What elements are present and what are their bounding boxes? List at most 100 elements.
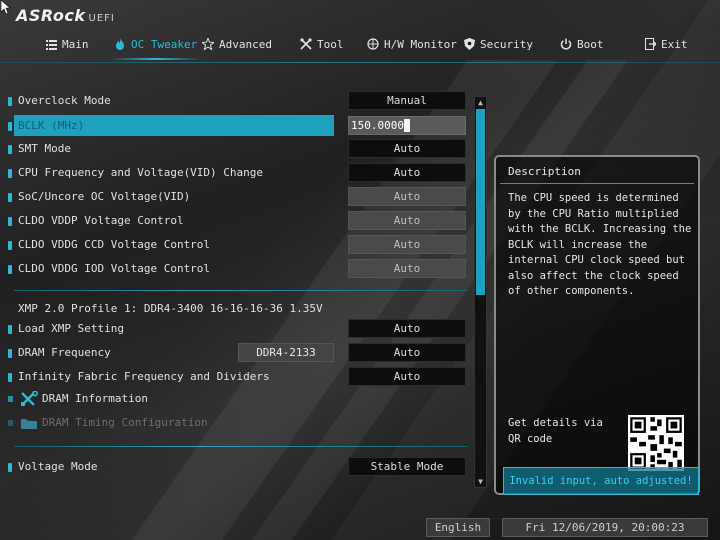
description-panel: Description The CPU speed is determined … bbox=[494, 155, 700, 495]
row-bullet bbox=[8, 145, 12, 154]
submenu-dram-timing-configuration: DRAM Timing Configuration bbox=[0, 412, 472, 434]
soc-uncore-voltage-field[interactable]: Auto bbox=[348, 187, 466, 206]
setting-row-infinity-fabric[interactable]: Infinity Fabric Frequency and Dividers A… bbox=[0, 366, 472, 388]
row-bullet bbox=[8, 122, 12, 131]
dram-frequency-select[interactable]: Auto bbox=[348, 343, 466, 362]
infinity-fabric-select[interactable]: Auto bbox=[348, 367, 466, 386]
submenu-label: DRAM Information bbox=[42, 392, 148, 405]
tab-main-label: Main bbox=[62, 37, 89, 51]
bclk-input[interactable]: 150.0000 bbox=[348, 116, 466, 135]
row-bullet bbox=[8, 265, 12, 274]
setting-row-smt-mode[interactable]: SMT Mode Auto bbox=[0, 138, 472, 160]
shield-icon bbox=[463, 38, 475, 50]
row-bullet bbox=[8, 193, 12, 202]
tab-oc-tweaker-label: OC Tweaker bbox=[131, 37, 198, 51]
cldo-vddp-field[interactable]: Auto bbox=[348, 211, 466, 230]
dram-current-frequency: DDR4-2133 bbox=[238, 343, 334, 362]
settings-scrollbar[interactable]: ▲ ▼ bbox=[474, 96, 487, 488]
row-bullet bbox=[8, 420, 13, 426]
xmp-profile-info: XMP 2.0 Profile 1: DDR4-3400 16-16-16-36… bbox=[18, 302, 323, 315]
scroll-down-arrow-icon[interactable]: ▼ bbox=[476, 477, 485, 486]
setting-row-load-xmp[interactable]: Load XMP Setting Auto bbox=[0, 318, 472, 340]
setting-row-cpu-frequency-voltage[interactable]: CPU Frequency and Voltage(VID) Change Au… bbox=[0, 162, 472, 184]
tab-advanced-label: Advanced bbox=[219, 37, 272, 51]
flame-icon bbox=[114, 38, 126, 50]
monitor-icon bbox=[367, 38, 379, 50]
overclock-mode-select[interactable]: Manual bbox=[348, 91, 466, 110]
row-bullet bbox=[8, 325, 12, 334]
setting-label: BCLK (MHz) bbox=[18, 119, 85, 132]
submenu-dram-information[interactable]: DRAM Information bbox=[0, 388, 472, 410]
setting-label: SoC/Uncore OC Voltage(VID) bbox=[18, 190, 191, 203]
star-icon bbox=[202, 38, 214, 50]
setting-row-cldo-vddg-iod[interactable]: CLDO VDDG IOD Voltage Control Auto bbox=[0, 258, 472, 280]
tab-hw-monitor-label: H/W Monitor bbox=[384, 37, 457, 51]
voltage-mode-select[interactable]: Stable Mode bbox=[348, 457, 466, 476]
error-toast: Invalid input, auto adjusted! bbox=[503, 467, 699, 495]
tab-exit[interactable]: Exit bbox=[644, 34, 688, 54]
row-bullet bbox=[8, 169, 12, 178]
bottom-bar: English Fri 12/06/2019, 20:00:23 bbox=[0, 514, 720, 540]
mouse-cursor-icon bbox=[1, 0, 11, 14]
wrench-icon bbox=[300, 38, 312, 50]
setting-row-voltage-mode[interactable]: Voltage Mode Stable Mode bbox=[0, 456, 472, 478]
header-divider bbox=[0, 62, 720, 63]
tab-boot[interactable]: Boot bbox=[560, 34, 604, 54]
row-bullet bbox=[8, 373, 12, 382]
setting-label: Voltage Mode bbox=[18, 460, 98, 473]
tab-security[interactable]: Security bbox=[463, 34, 533, 54]
brand-suffix: UEFI bbox=[88, 13, 115, 24]
setting-label: Load XMP Setting bbox=[18, 322, 124, 335]
setting-row-soc-uncore-voltage[interactable]: SoC/Uncore OC Voltage(VID) Auto bbox=[0, 186, 472, 208]
description-title-underline bbox=[500, 183, 694, 184]
setting-label: SMT Mode bbox=[18, 142, 71, 155]
tab-security-label: Security bbox=[480, 37, 533, 51]
row-bullet bbox=[8, 97, 12, 106]
tab-tool-label: Tool bbox=[317, 37, 344, 51]
scrollbar-thumb[interactable] bbox=[476, 109, 485, 295]
setting-row-cldo-vddg-ccd[interactable]: CLDO VDDG CCD Voltage Control Auto bbox=[0, 234, 472, 256]
row-bullet bbox=[8, 463, 12, 472]
cldo-vddg-ccd-field[interactable]: Auto bbox=[348, 235, 466, 254]
description-text: The CPU speed is determined by the CPU R… bbox=[508, 192, 692, 297]
load-xmp-select[interactable]: Auto bbox=[348, 319, 466, 338]
list-icon bbox=[45, 38, 57, 50]
scroll-up-arrow-icon[interactable]: ▲ bbox=[476, 98, 485, 107]
text-caret bbox=[403, 119, 410, 132]
setting-label: CLDO VDDG CCD Voltage Control bbox=[18, 238, 211, 251]
setting-label: Overclock Mode bbox=[18, 94, 111, 107]
submenu-label: DRAM Timing Configuration bbox=[42, 416, 208, 429]
cpu-frequency-voltage-select[interactable]: Auto bbox=[348, 163, 466, 182]
smt-mode-select[interactable]: Auto bbox=[348, 139, 466, 158]
tools-icon bbox=[21, 391, 38, 406]
folder-icon bbox=[21, 419, 37, 429]
setting-label: CLDO VDDG IOD Voltage Control bbox=[18, 262, 211, 275]
row-bullet bbox=[8, 217, 12, 226]
tab-main[interactable]: Main bbox=[45, 34, 89, 54]
setting-label: CPU Frequency and Voltage(VID) Change bbox=[18, 166, 264, 179]
top-navigation: Main OC Tweaker Advanced Tool H/W Monito… bbox=[0, 32, 720, 60]
description-title: Description bbox=[508, 165, 581, 178]
bclk-input-value: 150.0000 bbox=[351, 119, 404, 132]
tab-hw-monitor[interactable]: H/W Monitor bbox=[367, 34, 457, 54]
language-button[interactable]: English bbox=[426, 518, 490, 537]
tab-advanced[interactable]: Advanced bbox=[202, 34, 272, 54]
power-icon bbox=[560, 38, 572, 50]
row-bullet bbox=[8, 396, 13, 402]
setting-row-cldo-vddp[interactable]: CLDO VDDP Voltage Control Auto bbox=[0, 210, 472, 232]
row-bullet bbox=[8, 349, 12, 358]
setting-row-bclk[interactable]: BCLK (MHz) 150.0000 bbox=[0, 115, 472, 137]
row-bullet bbox=[8, 241, 12, 250]
setting-row-overclock-mode[interactable]: Overclock Mode Manual bbox=[0, 90, 472, 112]
tab-tool[interactable]: Tool bbox=[300, 34, 344, 54]
section-divider bbox=[14, 446, 468, 447]
cldo-vddg-iod-field[interactable]: Auto bbox=[348, 259, 466, 278]
setting-row-dram-frequency[interactable]: DRAM Frequency DDR4-2133 Auto bbox=[0, 342, 472, 364]
qr-code-icon bbox=[628, 415, 684, 471]
datetime-display: Fri 12/06/2019, 20:00:23 bbox=[502, 518, 708, 537]
setting-label: CLDO VDDP Voltage Control bbox=[18, 214, 184, 227]
asrock-logo: ASRock UEFI bbox=[16, 6, 115, 28]
tab-oc-tweaker[interactable]: OC Tweaker bbox=[109, 34, 202, 60]
tab-boot-label: Boot bbox=[577, 37, 604, 51]
tab-exit-label: Exit bbox=[661, 37, 688, 51]
